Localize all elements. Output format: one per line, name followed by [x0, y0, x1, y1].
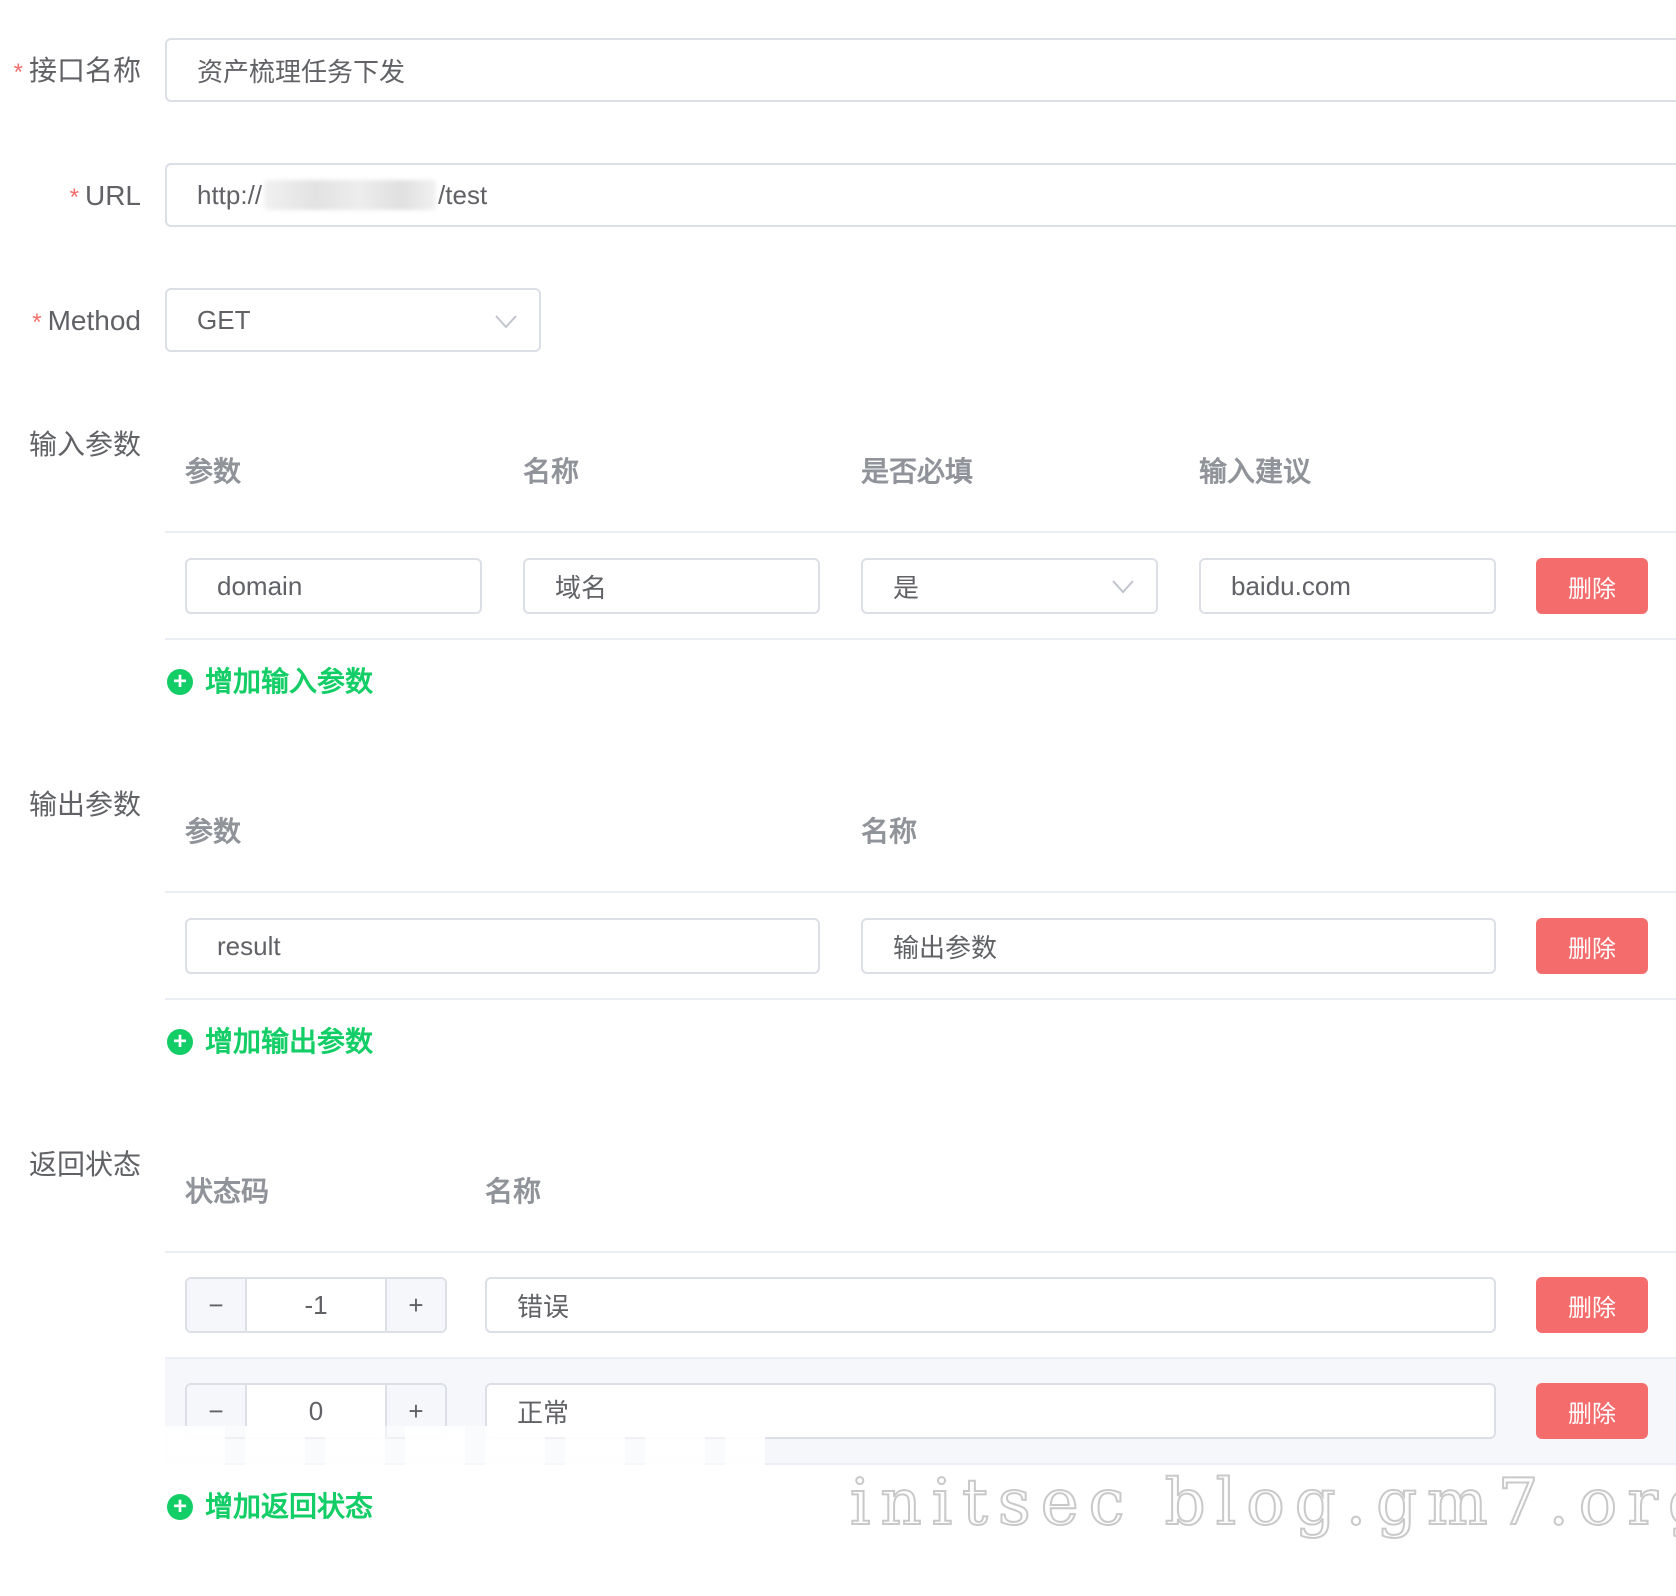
status-name-value: 正常 — [517, 1397, 570, 1428]
method-select-value: GET — [197, 304, 251, 335]
name-label: * 接口名称 — [14, 51, 141, 93]
delete-output-param-button[interactable]: 删除 — [1536, 918, 1648, 974]
divider — [165, 891, 1676, 893]
name-label-text: 接口名称 — [28, 55, 141, 86]
url-label-text: URL — [84, 180, 141, 211]
url-suffix: /test — [438, 179, 488, 210]
delete-input-param-button[interactable]: 删除 — [1536, 558, 1648, 614]
input-header-name: 名称 — [523, 456, 580, 487]
add-output-param-label: 增加输出参数 — [205, 1026, 374, 1057]
return-status-label: 返回状态 — [28, 1149, 141, 1180]
add-status-label: 增加返回状态 — [205, 1491, 374, 1522]
status-name-value: 错误 — [517, 1291, 570, 1322]
plus-circle-icon: + — [167, 1029, 193, 1055]
input-header-param: 参数 — [185, 456, 242, 487]
delete-status-button[interactable]: 删除 — [1536, 1383, 1648, 1439]
input-name-field[interactable]: 域名 — [523, 558, 820, 614]
status-code-stepper[interactable]: − -1 + — [185, 1277, 447, 1333]
add-status-button[interactable]: + 增加返回状态 — [167, 1487, 373, 1527]
plus-circle-icon: + — [167, 669, 193, 695]
status-header-code: 状态码 — [185, 1176, 270, 1207]
input-params-label: 输入参数 — [28, 429, 141, 460]
watermark-text: initsec blog.gm7.org — [849, 1465, 1676, 1541]
status-code-value[interactable]: -1 — [247, 1279, 385, 1331]
input-header-required: 是否必填 — [861, 456, 974, 487]
delete-status-button[interactable]: 删除 — [1536, 1277, 1648, 1333]
chevron-down-icon — [495, 315, 517, 329]
method-label-text: Method — [47, 305, 141, 336]
output-param-value: result — [217, 930, 281, 961]
input-param-value: domain — [217, 570, 303, 601]
input-required-value: 是 — [893, 572, 920, 603]
input-required-select[interactable]: 是 — [861, 558, 1158, 614]
method-select[interactable]: GET — [165, 288, 541, 352]
url-prefix: http:// — [197, 179, 263, 210]
decrement-button[interactable]: − — [187, 1279, 247, 1331]
output-param-field[interactable]: result — [185, 918, 820, 974]
input-param-field[interactable]: domain — [185, 558, 482, 614]
output-name-value: 输出参数 — [893, 932, 998, 963]
output-params-label: 输出参数 — [28, 789, 141, 820]
add-input-param-button[interactable]: + 增加输入参数 — [167, 662, 373, 702]
divider — [165, 638, 1676, 640]
output-header-name: 名称 — [861, 816, 918, 847]
input-name-value: 域名 — [555, 572, 608, 603]
divider — [165, 531, 1676, 533]
url-input[interactable]: http:// /test — [165, 163, 1676, 227]
name-input[interactable]: 资产梳理任务下发 — [165, 38, 1676, 102]
chevron-down-icon — [1112, 580, 1134, 594]
increment-button[interactable]: + — [385, 1279, 445, 1331]
status-name-field[interactable]: 错误 — [485, 1277, 1496, 1333]
status-header-name: 名称 — [485, 1176, 542, 1207]
add-output-param-button[interactable]: + 增加输出参数 — [167, 1022, 373, 1062]
input-suggestion-field[interactable]: baidu.com — [1199, 558, 1496, 614]
input-suggestion-value: baidu.com — [1231, 570, 1351, 601]
output-header-param: 参数 — [185, 816, 242, 847]
divider — [165, 998, 1676, 1000]
watermark-overlay — [165, 1426, 765, 1472]
add-input-param-label: 增加输入参数 — [205, 666, 374, 697]
required-mark: * — [69, 184, 79, 211]
method-label: * Method — [32, 301, 141, 343]
output-name-field[interactable]: 输出参数 — [861, 918, 1496, 974]
plus-circle-icon: + — [167, 1494, 193, 1520]
url-label: * URL — [70, 176, 141, 218]
name-input-value: 资产梳理任务下发 — [197, 56, 406, 87]
input-header-suggestion: 输入建议 — [1199, 456, 1312, 487]
redacted-host — [264, 180, 437, 210]
required-mark: * — [13, 59, 23, 86]
required-mark: * — [32, 309, 42, 336]
divider — [165, 1251, 1676, 1253]
